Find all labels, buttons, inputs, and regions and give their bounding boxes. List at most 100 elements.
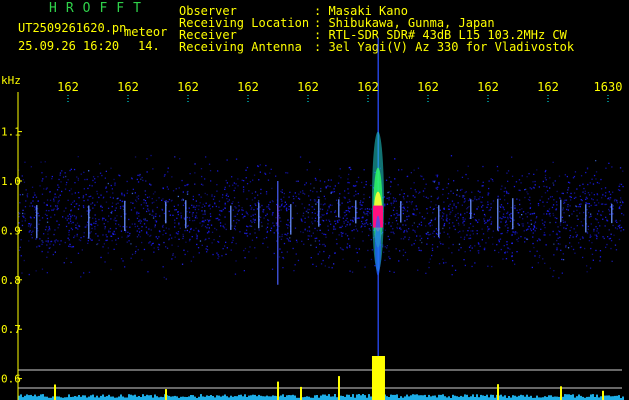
baseline-noise [464,394,466,400]
noise-dot [402,209,404,212]
noise-dot [220,225,222,227]
baseline-noise [306,396,308,400]
noise-dot [392,202,394,204]
noise-dot [596,193,598,195]
noise-dot [452,192,454,194]
noise-dot [367,249,369,252]
noise-dot [619,220,621,222]
noise-dot [492,230,494,232]
noise-dot [230,249,232,251]
noise-streak [290,204,292,235]
noise-dot [168,228,170,230]
noise-dot [145,226,147,228]
noise-dot [367,214,369,216]
baseline-noise [242,396,244,400]
noise-dot [356,252,358,254]
noise-dot [28,273,30,276]
noise-dot [414,196,416,198]
noise-dot [390,231,392,233]
noise-dot [366,208,369,210]
noise-dot [234,229,237,231]
noise-dot [328,205,330,208]
noise-dot [498,239,500,241]
noise-dot [488,237,490,239]
noise-dot [335,223,337,225]
noise-dot [237,210,239,212]
noise-dot [542,201,544,203]
noise-dot [441,217,443,219]
noise-dot [527,211,529,214]
noise-dot [196,235,198,237]
noise-dot [177,211,179,213]
noise-dot [287,232,289,234]
noise-dot [442,188,444,190]
noise-dot [540,228,542,230]
noise-dot [310,235,313,237]
noise-dot [622,229,625,231]
noise-dot [317,253,319,255]
noise-dot [579,205,581,208]
noise-dot [575,196,577,199]
noise-dot [307,212,309,214]
noise-dot [77,252,80,254]
baseline-noise [518,395,520,400]
noise-dot [272,222,274,224]
noise-dot [227,195,229,197]
noise-dot [281,251,283,253]
noise-dot [596,230,598,232]
noise-dot [459,230,461,233]
noise-dot [538,186,540,188]
noise-dot [487,201,489,203]
noise-dot [49,199,52,201]
noise-dot [430,219,433,221]
noise-dot [285,208,288,211]
noise-dot [206,245,208,248]
noise-dot [488,180,490,182]
noise-dot [563,212,565,214]
noise-dot [359,208,361,210]
noise-dot [287,227,289,229]
noise-dot [402,238,405,240]
noise-dot [483,218,485,220]
noise-dot [598,202,600,204]
noise-dot [408,215,410,217]
noise-dot [88,271,91,273]
noise-dot [58,178,60,181]
noise-dot [570,192,572,195]
noise-dot [438,183,440,185]
noise-dot [252,214,254,216]
noise-dot [567,206,569,208]
noise-dot [455,214,457,216]
noise-dot [232,201,234,203]
noise-dot [108,215,110,217]
noise-dot [202,213,204,215]
noise-dot [454,228,456,231]
noise-dot [617,225,620,227]
noise-dot [451,252,453,254]
noise-dot [420,249,422,252]
noise-dot [213,239,215,241]
baseline-noise [226,396,228,400]
noise-dot [462,230,464,232]
baseline-noise [570,394,572,400]
noise-dot [557,237,559,239]
noise-dot [333,263,335,265]
baseline-noise [452,394,454,400]
noise-dot [237,201,240,204]
noise-dot [420,237,423,240]
noise-dot [328,207,330,209]
noise-dot [309,199,312,201]
noise-dot [246,198,248,200]
noise-dot [182,204,185,206]
noise-dot [112,192,114,194]
noise-dot [131,192,134,195]
noise-dot [331,267,333,269]
noise-dot [45,209,48,212]
noise-dot [144,218,146,220]
noise-dot [437,196,440,198]
noise-dot [226,193,228,195]
noise-dot [443,208,445,210]
noise-dot [46,214,48,217]
noise-dot [204,178,206,180]
noise-dot [302,190,304,192]
